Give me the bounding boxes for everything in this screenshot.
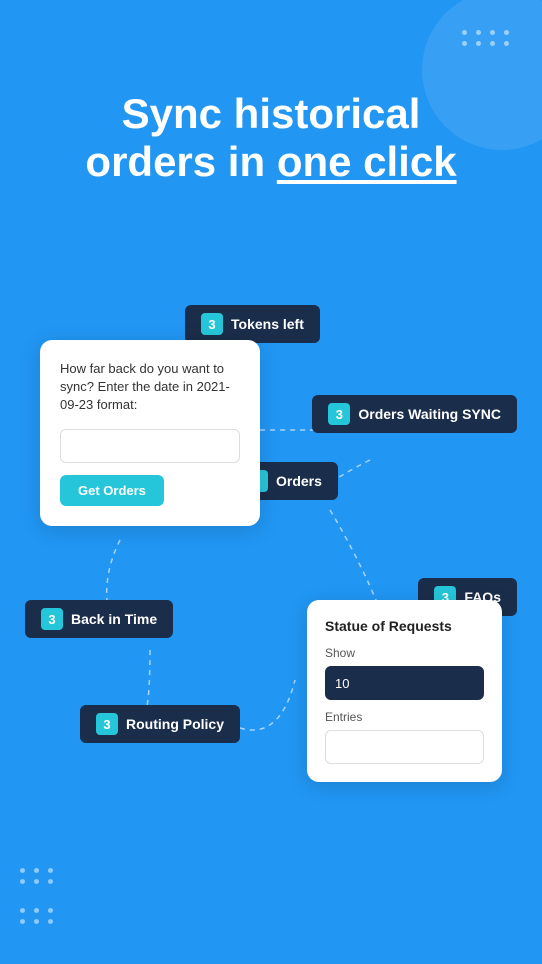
back-in-time-label: Back in Time — [71, 611, 157, 627]
orders-label: Orders — [276, 473, 322, 489]
hero-section: Sync historicalorders in one click — [0, 90, 542, 187]
orders-waiting-badge: 3 Orders Waiting SYNC — [312, 395, 517, 433]
tokens-label: Tokens left — [231, 316, 304, 332]
sync-card: How far back do you want to sync? Enter … — [40, 340, 260, 526]
entries-input[interactable] — [325, 730, 484, 764]
show-select[interactable]: 10 25 50 100 — [325, 666, 484, 700]
tokens-left-badge: 3 Tokens left — [185, 305, 320, 343]
status-card-title: Statue of Requests — [325, 618, 484, 634]
dots-decoration-top-right — [462, 30, 512, 46]
status-card: Statue of Requests Show 10 25 50 100 Ent… — [307, 600, 502, 782]
get-orders-button[interactable]: Get Orders — [60, 475, 164, 506]
hero-title: Sync historicalorders in one click — [30, 90, 512, 187]
routing-policy-label: Routing Policy — [126, 716, 224, 732]
orders-waiting-label: Orders Waiting SYNC — [358, 406, 501, 422]
routing-policy-number: 3 — [96, 713, 118, 735]
orders-waiting-number: 3 — [328, 403, 350, 425]
dots-decoration-bottom-left — [20, 868, 56, 884]
entries-label: Entries — [325, 710, 484, 724]
sync-description: How far back do you want to sync? Enter … — [60, 360, 240, 415]
date-input[interactable] — [60, 429, 240, 463]
back-in-time-badge: 3 Back in Time — [25, 600, 173, 638]
show-label: Show — [325, 646, 484, 660]
back-in-time-number: 3 — [41, 608, 63, 630]
tokens-number: 3 — [201, 313, 223, 335]
dots-decoration-bottom-left2 — [20, 908, 56, 924]
routing-policy-badge: 3 Routing Policy — [80, 705, 240, 743]
